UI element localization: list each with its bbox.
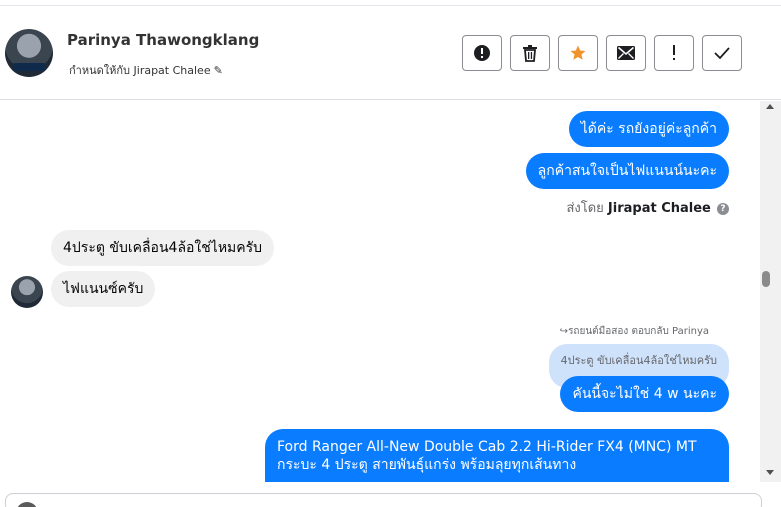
exclamation-circle-icon xyxy=(474,45,490,61)
scrollbar[interactable] xyxy=(760,101,781,482)
delete-button[interactable] xyxy=(510,35,550,71)
exclamation-icon xyxy=(673,45,675,60)
incoming-message[interactable]: 4ประตู ขับเคลื่อน4ล้อใช่ไหมครับ xyxy=(51,230,275,266)
envelope-icon xyxy=(617,46,635,60)
trash-icon xyxy=(523,45,537,62)
contact-avatar-small[interactable] xyxy=(11,276,43,308)
scroll-up-icon[interactable] xyxy=(766,104,774,109)
reply-arrow-icon: ↪ xyxy=(559,326,569,337)
reply-label-text: รถยนต์มือสอง ตอบกลับ Parinya xyxy=(568,326,709,337)
message-thread[interactable]: ได้ค่ะ รถยังอยู่ค่ะลูกค้า ลูกค้าสนใจเป็น… xyxy=(0,101,760,482)
incoming-message[interactable]: ไฟแนนซ์ครับ xyxy=(51,271,156,307)
sent-by-name: Jirapat Chalee xyxy=(607,201,711,216)
mark-unread-button[interactable] xyxy=(606,35,646,71)
outgoing-message[interactable]: Ford Ranger All-New Double Cab 2.2 Hi-Ri… xyxy=(265,429,729,482)
sent-by-label: ส่งโดย Jirapat Chalee ? xyxy=(566,197,729,218)
check-icon xyxy=(714,47,730,60)
spam-button[interactable] xyxy=(462,35,502,71)
reply-label: ↪รถยนต์มือสอง ตอบกลับ Parinya xyxy=(560,324,709,339)
user-avatar xyxy=(16,502,38,507)
mark-done-button[interactable] xyxy=(702,35,742,71)
message-composer[interactable] xyxy=(5,493,762,507)
star-icon xyxy=(570,45,586,60)
message-line: กระบะ 4 ประตู สายพันธุ์แกร่ง พร้อมลุยทุก… xyxy=(277,457,577,473)
pencil-icon[interactable]: ✎ xyxy=(214,64,223,77)
scroll-down-icon[interactable] xyxy=(766,470,774,475)
sent-by-prefix: ส่งโดย xyxy=(566,201,604,216)
follow-up-button[interactable] xyxy=(654,35,694,71)
conversation-header: Parinya Thawongklang กำหนดให้กับ Jirapat… xyxy=(0,6,781,100)
scroll-thumb[interactable] xyxy=(762,271,770,287)
star-button[interactable] xyxy=(558,35,598,71)
help-icon[interactable]: ? xyxy=(717,202,729,215)
outgoing-message[interactable]: ได้ค่ะ รถยังอยู่ค่ะลูกค้า xyxy=(568,111,729,147)
conversation-actions xyxy=(462,35,742,71)
assigned-to-text: กำหนดให้กับ Jirapat Chalee xyxy=(69,64,211,77)
assigned-to-label[interactable]: กำหนดให้กับ Jirapat Chalee ✎ xyxy=(69,61,223,79)
contact-avatar[interactable] xyxy=(5,29,53,77)
message-line: Ford Ranger All-New Double Cab 2.2 Hi-Ri… xyxy=(277,439,697,455)
outgoing-message[interactable]: ลูกค้าสนใจเป็นไฟแนนน์นะคะ xyxy=(525,153,729,189)
contact-name[interactable]: Parinya Thawongklang xyxy=(67,31,259,49)
outgoing-message[interactable]: คันนี้จะไม่ใช่ 4 w นะคะ xyxy=(560,376,729,412)
